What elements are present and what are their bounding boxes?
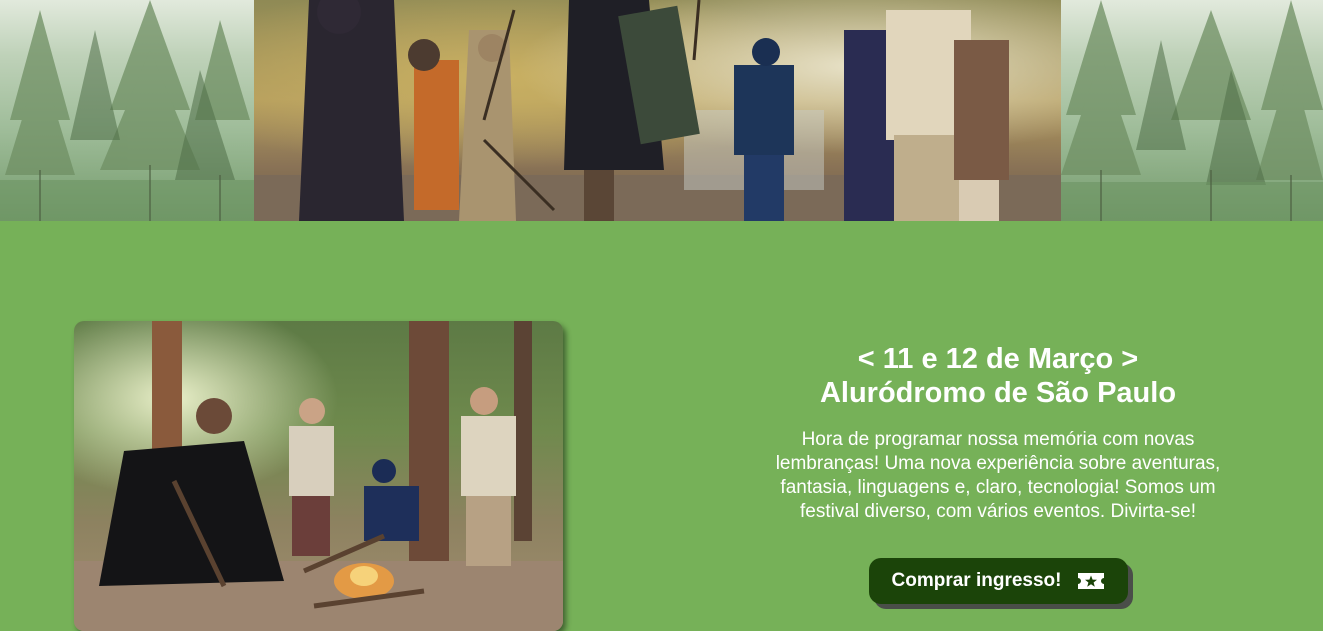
hero-banner [0, 0, 1323, 221]
buy-ticket-button[interactable]: Comprar ingresso! [869, 558, 1128, 604]
buy-ticket-label: Comprar ingresso! [891, 570, 1062, 591]
hero-photo-larp-group [254, 0, 1061, 221]
watercolor-forest-left [0, 0, 254, 221]
event-photo-campfire [74, 321, 563, 631]
event-description: Hora de programar nossa memória com nova… [775, 429, 1221, 522]
watercolor-forest-right [1061, 0, 1323, 221]
event-info: < 11 e 12 de Março > Aluródromo de São P… [740, 342, 1256, 524]
event-venue: Aluródromo de São Paulo [819, 377, 1177, 409]
event-date: < 11 e 12 de Março > [857, 343, 1139, 375]
ticket-icon [1077, 571, 1105, 591]
